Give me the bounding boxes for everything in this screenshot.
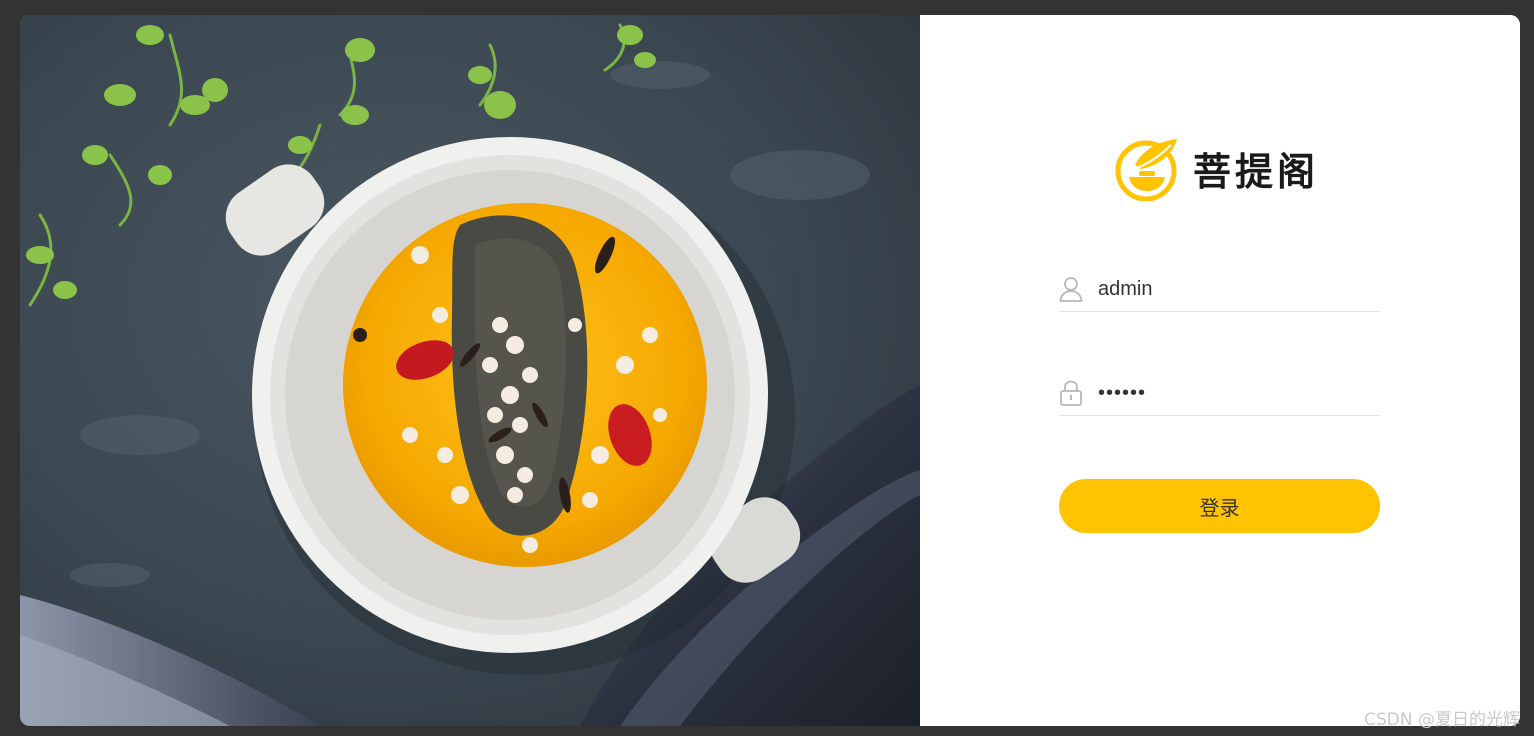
- password-input[interactable]: [1098, 381, 1368, 405]
- brand-name: 菩提阁: [1193, 149, 1320, 194]
- login-panel: 菩提阁 登录: [920, 15, 1520, 726]
- user-icon: [1059, 276, 1083, 302]
- watermark: CSDN @夏日的光辉: [1364, 710, 1520, 730]
- brand-logo: 菩提阁: [1115, 133, 1335, 203]
- food-photo: [20, 15, 920, 726]
- login-card: 菩提阁 登录: [20, 15, 1520, 726]
- leaf-bowl-logo-icon: [1115, 139, 1177, 201]
- login-button[interactable]: 登录: [1059, 479, 1380, 533]
- username-field[interactable]: [1059, 267, 1380, 312]
- username-input[interactable]: [1098, 277, 1368, 301]
- password-field[interactable]: [1059, 371, 1380, 416]
- lock-icon: [1059, 380, 1083, 406]
